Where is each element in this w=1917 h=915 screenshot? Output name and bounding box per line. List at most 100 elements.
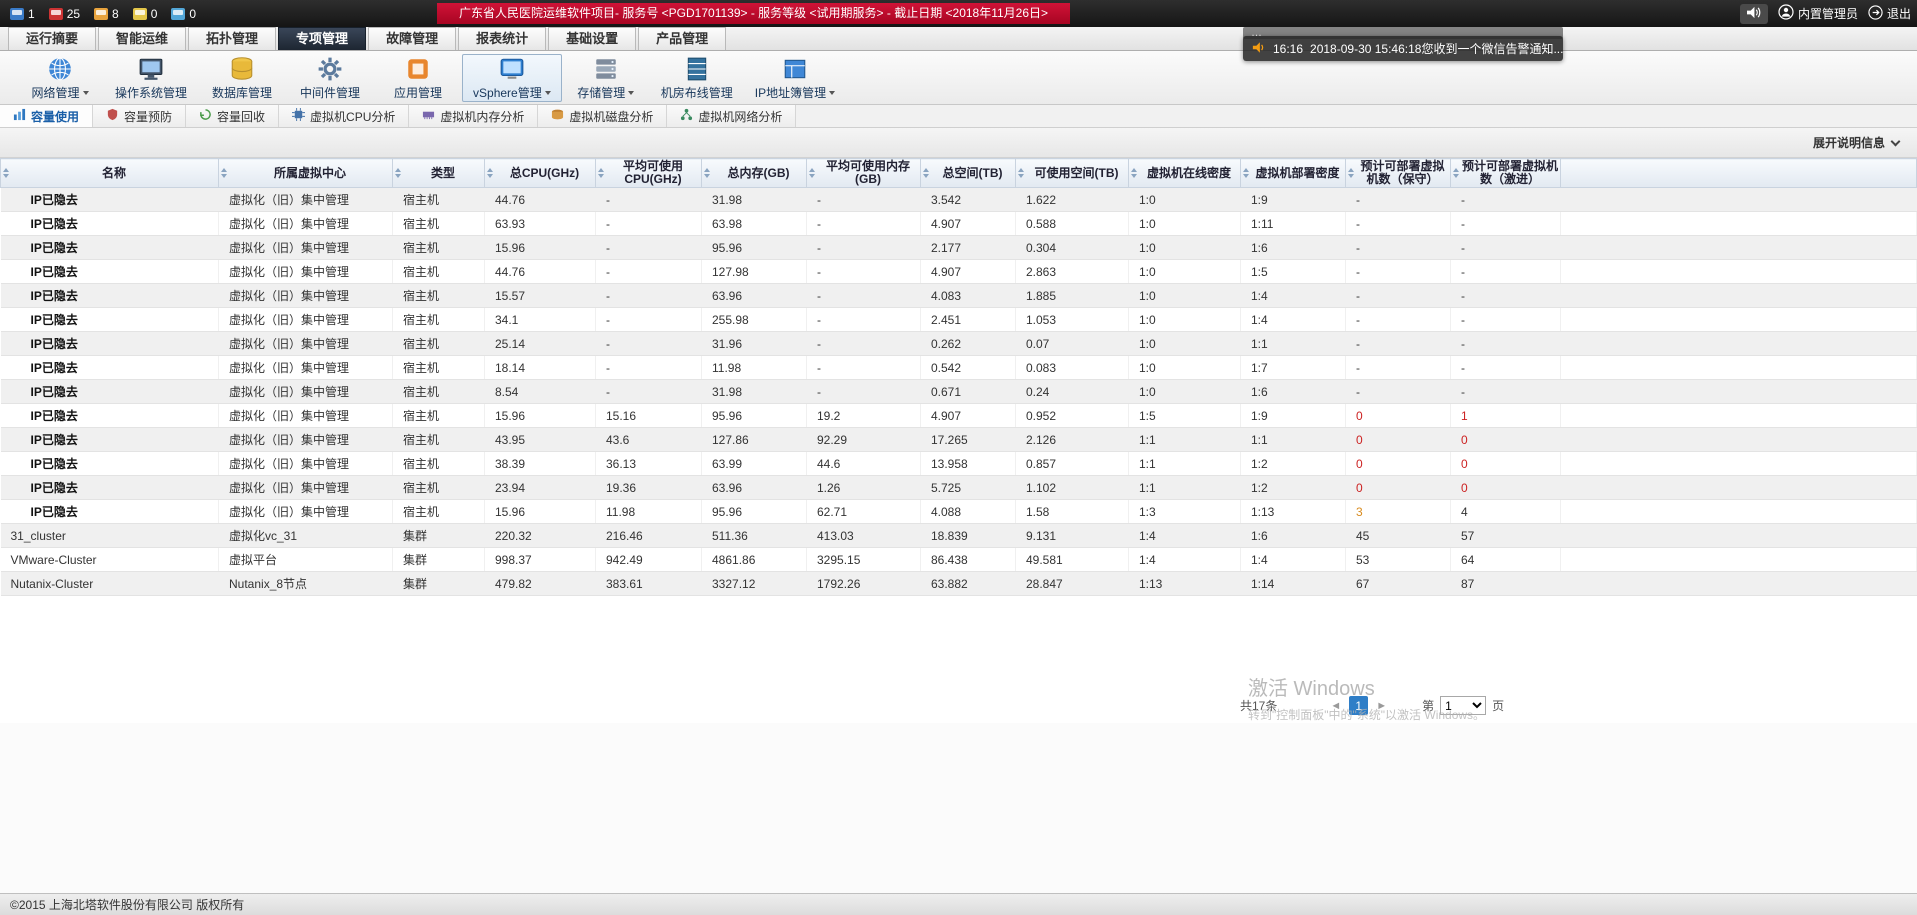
menu-tab-intelligent-ops[interactable]: 智能运维	[98, 27, 186, 50]
table-row[interactable]: IP已隐去虚拟化（旧）集中管理宿主机15.96-95.96-2.1770.304…	[1, 236, 1917, 260]
toolbar-item-ipbook[interactable]: IP地址簿管理	[744, 54, 846, 102]
data-cell: 44.6	[807, 452, 921, 476]
footer: ©2015 上海北塔软件股份有限公司 版权所有	[0, 893, 1917, 915]
data-cell: 3.542	[921, 188, 1016, 212]
data-cell: 127.98	[702, 260, 807, 284]
subtab-vm-disk[interactable]: 虚拟机磁盘分析	[538, 105, 667, 127]
speaker-button[interactable]	[1740, 4, 1768, 24]
table-row[interactable]: IP已隐去虚拟化（旧）集中管理宿主机38.3936.1363.9944.613.…	[1, 452, 1917, 476]
menu-tab-report-stats[interactable]: 报表统计	[458, 27, 546, 50]
column-header[interactable]: 虚拟机在线密度	[1129, 159, 1241, 188]
column-header[interactable]: 虚拟机部署密度	[1241, 159, 1346, 188]
data-cell: 1792.26	[807, 572, 921, 596]
menu-tab-run-summary[interactable]: 运行摘要	[8, 27, 96, 50]
toolbar-item-os[interactable]: 操作系统管理	[104, 54, 198, 102]
table-row[interactable]: IP已隐去虚拟化（旧）集中管理宿主机18.14-11.98-0.5420.083…	[1, 356, 1917, 380]
column-header[interactable]: 类型	[393, 159, 485, 188]
filler-cell	[1561, 476, 1917, 500]
data-cell: -	[1346, 356, 1451, 380]
next-page-button[interactable]: ►	[1371, 700, 1392, 712]
user-label: 内置管理员	[1798, 5, 1858, 22]
data-cell: 虚拟化（旧）集中管理	[219, 500, 393, 524]
column-header[interactable]: 名称	[1, 159, 219, 188]
data-cell: 15.57	[485, 284, 596, 308]
table-row[interactable]: IP已隐去虚拟化（旧）集中管理宿主机15.57-63.96-4.0831.885…	[1, 284, 1917, 308]
toolbar-item-database[interactable]: 数据库管理	[198, 54, 286, 102]
table-row[interactable]: IP已隐去虚拟化（旧）集中管理宿主机15.9611.9895.9662.714.…	[1, 500, 1917, 524]
toolbar-item-middleware[interactable]: 中间件管理	[286, 54, 374, 102]
table-row[interactable]: 31_cluster虚拟化vc_31集群220.32216.46511.3641…	[1, 524, 1917, 548]
menu-tab-special-mgmt[interactable]: 专项管理	[278, 27, 366, 50]
data-cell: -	[1451, 308, 1561, 332]
alarm-counter-minor-alarms[interactable]: 0	[133, 7, 158, 21]
logout-button[interactable]: 退出	[1868, 5, 1911, 23]
column-header[interactable]: 可使用空间(TB)	[1016, 159, 1129, 188]
column-header[interactable]: 总CPU(GHz)	[485, 159, 596, 188]
data-cell: 36.13	[596, 452, 702, 476]
subtab-capacity-usage[interactable]: 容量使用	[0, 105, 93, 127]
data-cell: 15.96	[485, 236, 596, 260]
menu-tab-topology-mgmt[interactable]: 拓扑管理	[188, 27, 276, 50]
toolbar-item-rack[interactable]: 机房布线管理	[650, 54, 744, 102]
toolbar-item-app[interactable]: 应用管理	[374, 54, 462, 102]
column-header[interactable]: 总空间(TB)	[921, 159, 1016, 188]
column-header[interactable]: 总内存(GB)	[702, 159, 807, 188]
alarm-counter-critical-alarms[interactable]: 25	[49, 7, 80, 21]
alarm-counter-info-alarms[interactable]: 0	[171, 7, 196, 21]
column-header[interactable]: 平均可使用CPU(GHz)	[596, 159, 702, 188]
page-select[interactable]: 1	[1440, 696, 1486, 715]
data-cell: -	[596, 236, 702, 260]
column-header[interactable]: 预计可部署虚拟机数（保守）	[1346, 159, 1451, 188]
column-label: 总空间(TB)	[943, 166, 1003, 180]
table-row[interactable]: IP已隐去虚拟化（旧）集中管理宿主机43.9543.6127.8692.2917…	[1, 428, 1917, 452]
alarm-counter-device-events[interactable]: 1	[10, 7, 35, 21]
data-cell: -	[807, 356, 921, 380]
major-alarms-icon	[94, 8, 108, 20]
column-header[interactable]: 预计可部署虚拟机数（激进）	[1451, 159, 1561, 188]
menu-tab-basic-settings[interactable]: 基础设置	[548, 27, 636, 50]
notification-toast[interactable]: 16:16 2018-09-30 15:46:18您收到一个微信告警通知...	[1243, 36, 1563, 61]
toolbar-item-storage[interactable]: 存储管理	[562, 54, 650, 102]
user-menu[interactable]: 内置管理员	[1778, 4, 1858, 23]
info-strip: 展开说明信息	[0, 128, 1917, 158]
subtab-vm-mem[interactable]: 虚拟机内存分析	[409, 105, 538, 127]
minor-alarms-icon	[133, 8, 147, 20]
toolbar-item-vsphere[interactable]: vSphere管理	[462, 54, 562, 102]
data-cell: -	[1346, 332, 1451, 356]
subtab-capacity-prevent[interactable]: 容量预防	[93, 105, 186, 127]
table-row[interactable]: IP已隐去虚拟化（旧）集中管理宿主机25.14-31.96-0.2620.071…	[1, 332, 1917, 356]
data-cell: 2.863	[1016, 260, 1129, 284]
logout-icon	[1868, 5, 1883, 23]
prev-page-button[interactable]: ◄	[1325, 700, 1346, 712]
data-cell: 11.98	[702, 356, 807, 380]
network-icon	[47, 56, 73, 82]
table-row[interactable]: IP已隐去虚拟化（旧）集中管理宿主机15.9615.1695.9619.24.9…	[1, 404, 1917, 428]
current-page-button[interactable]: 1	[1349, 696, 1368, 715]
data-cell: 1	[1451, 404, 1561, 428]
table-row[interactable]: IP已隐去虚拟化（旧）集中管理宿主机63.93-63.98-4.9070.588…	[1, 212, 1917, 236]
table-row[interactable]: Nutanix-ClusterNutanix_8节点集群479.82383.61…	[1, 572, 1917, 596]
toolbar-item-network[interactable]: 网络管理	[16, 54, 104, 102]
table-row[interactable]: IP已隐去虚拟化（旧）集中管理宿主机44.76-31.98-3.5421.622…	[1, 188, 1917, 212]
subtab-vm-cpu[interactable]: 虚拟机CPU分析	[279, 105, 409, 127]
table-row[interactable]: IP已隐去虚拟化（旧）集中管理宿主机23.9419.3663.961.265.7…	[1, 476, 1917, 500]
table-row[interactable]: IP已隐去虚拟化（旧）集中管理宿主机44.76-127.98-4.9072.86…	[1, 260, 1917, 284]
data-cell: 1:4	[1241, 308, 1346, 332]
filler-cell	[1561, 332, 1917, 356]
table-row[interactable]: IP已隐去虚拟化（旧）集中管理宿主机34.1-255.98-2.4511.053…	[1, 308, 1917, 332]
menu-tab-fault-mgmt[interactable]: 故障管理	[368, 27, 456, 50]
column-header[interactable]: 平均可使用内存(GB)	[807, 159, 921, 188]
subtab-capacity-recycle[interactable]: 容量回收	[186, 105, 279, 127]
subtab-vm-net[interactable]: 虚拟机网络分析	[667, 105, 796, 127]
table-row[interactable]: IP已隐去虚拟化（旧）集中管理宿主机8.54-31.98-0.6710.241:…	[1, 380, 1917, 404]
data-cell: -	[807, 236, 921, 260]
data-cell: 虚拟化（旧）集中管理	[219, 236, 393, 260]
data-cell: 3295.15	[807, 548, 921, 572]
alarm-counter-major-alarms[interactable]: 8	[94, 7, 119, 21]
table-row[interactable]: VMware-Cluster虚拟平台集群998.37942.494861.863…	[1, 548, 1917, 572]
column-header[interactable]: 所属虚拟中心	[219, 159, 393, 188]
menu-tab-product-mgmt[interactable]: 产品管理	[638, 27, 726, 50]
data-cell: 1:4	[1241, 284, 1346, 308]
data-cell: 53	[1346, 548, 1451, 572]
expand-info-link[interactable]: 展开说明信息	[1813, 134, 1899, 151]
